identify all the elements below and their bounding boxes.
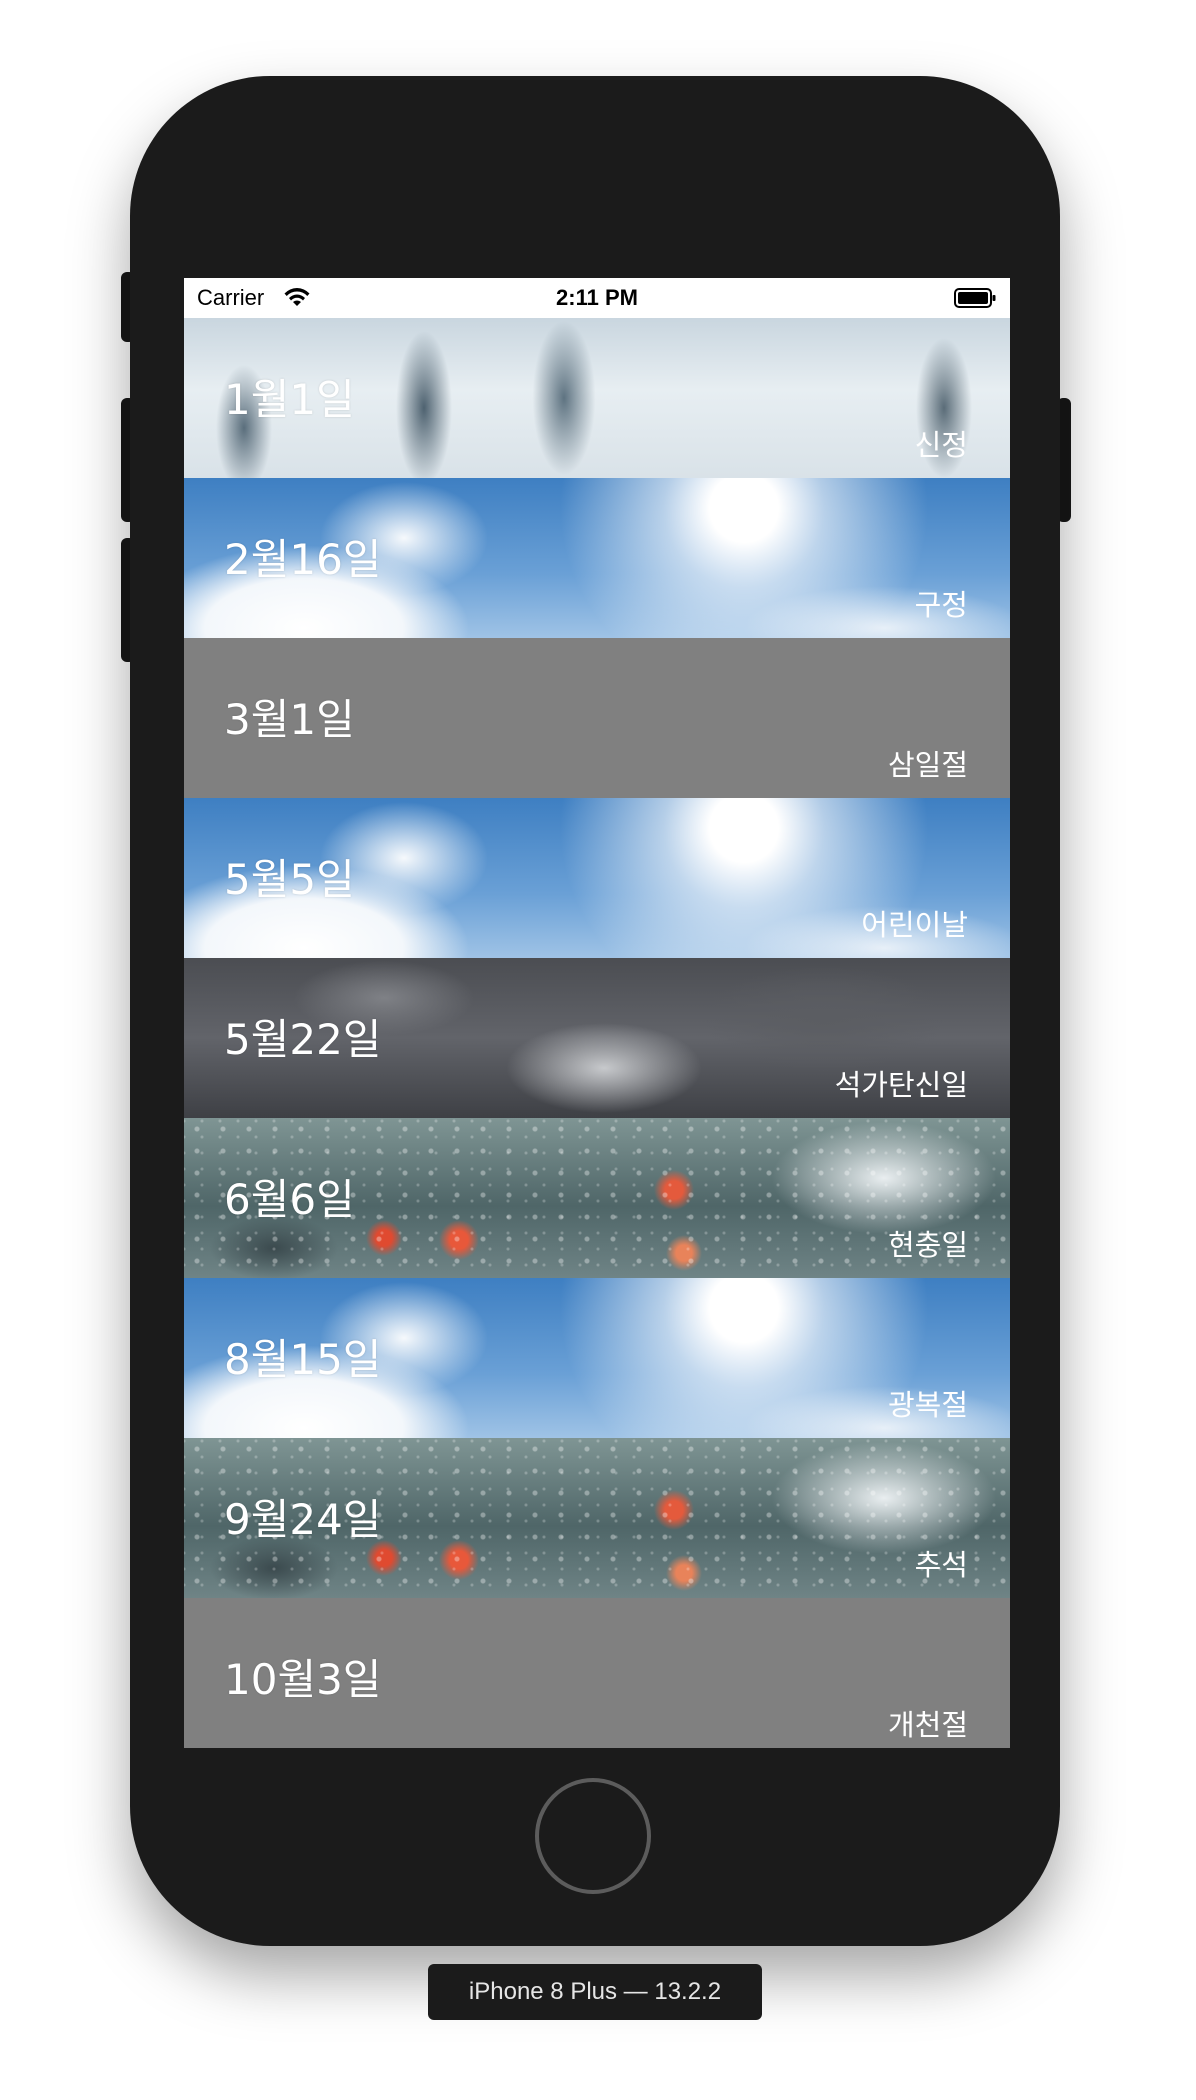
holiday-date: 5월5일 — [224, 855, 355, 904]
holiday-date: 9월24일 — [224, 1495, 382, 1544]
holiday-date: 5월22일 — [224, 1015, 382, 1064]
battery-icon — [954, 288, 996, 308]
list-item[interactable]: 10월3일 개천절 — [184, 1598, 1010, 1748]
status-bar: Carrier 2:11 PM — [184, 278, 1010, 318]
holiday-name: 추석 — [914, 1548, 968, 1582]
list-item[interactable]: 8월15일 광복절 — [184, 1278, 1010, 1438]
holiday-name: 광복절 — [887, 1388, 968, 1422]
list-item[interactable]: 3월1일 삼일절 — [184, 638, 1010, 798]
holiday-date: 2월16일 — [224, 535, 382, 584]
holiday-name: 개천절 — [887, 1708, 968, 1742]
list-item[interactable]: 5월22일 석가탄신일 — [184, 958, 1010, 1118]
list-item[interactable]: 1월1일 신정 — [184, 318, 1010, 478]
holiday-name: 구정 — [914, 588, 968, 622]
holiday-date: 10월3일 — [224, 1655, 382, 1704]
list-item[interactable]: 9월24일 추석 — [184, 1438, 1010, 1598]
screen: Carrier 2:11 PM 1월1일 신정 2월16일 구정 3월1일 삼일… — [184, 278, 1010, 1748]
holiday-date: 1월1일 — [224, 375, 355, 424]
holiday-date: 6월6일 — [224, 1175, 355, 1224]
simulator-device-label: iPhone 8 Plus — 13.2.2 — [428, 1964, 762, 2020]
home-button[interactable] — [535, 1778, 651, 1894]
list-item[interactable]: 5월5일 어린이날 — [184, 798, 1010, 958]
holiday-name: 삼일절 — [887, 748, 968, 782]
clock-label: 2:11 PM — [556, 285, 638, 310]
holiday-date: 3월1일 — [224, 695, 355, 744]
holiday-name: 신정 — [914, 428, 968, 462]
holiday-date: 8월15일 — [224, 1335, 382, 1384]
holiday-list[interactable]: 1월1일 신정 2월16일 구정 3월1일 삼일절 5월5일 어린이날 5월22… — [184, 318, 1010, 1748]
holiday-name: 어린이날 — [861, 908, 968, 942]
list-item[interactable]: 2월16일 구정 — [184, 478, 1010, 638]
holiday-name: 현충일 — [887, 1228, 968, 1262]
holiday-name: 석가탄신일 — [834, 1068, 968, 1102]
list-item[interactable]: 6월6일 현충일 — [184, 1118, 1010, 1278]
